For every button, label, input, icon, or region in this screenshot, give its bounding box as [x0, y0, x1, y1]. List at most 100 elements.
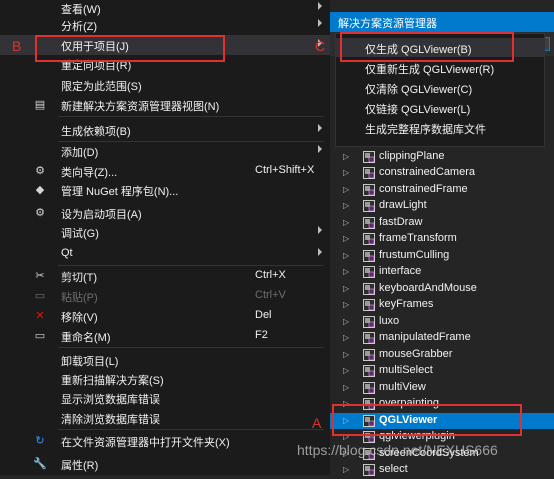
new-view-icon: ▤ — [34, 99, 46, 111]
tree-item-project[interactable]: ▷ keyboardAndMouse — [330, 281, 554, 298]
menu-item[interactable]: 卸载项目(L) — [0, 350, 330, 370]
tree-item-label: mouseGrabber — [379, 347, 453, 360]
menu-item[interactable]: 限定为此范围(S) — [0, 75, 330, 95]
expand-arrow-icon[interactable]: ▷ — [343, 382, 351, 394]
expand-arrow-icon[interactable]: ▷ — [343, 233, 351, 245]
submenu-item-label: 仅链接 QGLViewer(L) — [365, 104, 471, 116]
expand-arrow-icon[interactable]: ▷ — [343, 283, 351, 295]
menu-item[interactable]: 分析(Z) — [0, 15, 330, 35]
tree-item-label: constrainedFrame — [379, 182, 468, 195]
menu-item[interactable]: 生成依赖项(B) — [0, 120, 330, 140]
menu-item-label: Qt — [61, 247, 73, 259]
cpp-project-icon — [363, 315, 375, 328]
wrench-icon: 🔧 — [33, 458, 47, 470]
submenu-item-label: 仅重新生成 QGLViewer(R) — [365, 64, 495, 76]
class-wizard-icon: ⚙ — [35, 165, 45, 177]
tree-item-project[interactable]: ▷ frustumCulling — [330, 248, 554, 265]
annotation-box-a — [332, 404, 522, 436]
cpp-project-icon — [363, 348, 375, 361]
tree-item-project[interactable]: ▷ mouseGrabber — [330, 347, 554, 364]
submenu-item[interactable]: 仅链接 QGLViewer(L) — [336, 98, 544, 117]
menu-item[interactable]: Qt — [0, 244, 330, 264]
tree-item-label: frameTransform — [379, 232, 457, 244]
expand-arrow-icon[interactable]: ▷ — [343, 316, 351, 328]
cpp-project-icon — [363, 233, 375, 245]
tree-item-label: keyboardAndMouse — [379, 281, 477, 294]
menu-item-label: 卸载项目(L) — [61, 356, 119, 368]
submenu-item-label: 仅清除 QGLViewer(C) — [365, 84, 473, 96]
tree-item-project[interactable]: ▷ clippingPlane — [330, 149, 554, 166]
expand-arrow-icon[interactable]: ▷ — [343, 250, 351, 262]
menu-item-shortcut: Del — [255, 309, 272, 321]
menu-item-label: 粘贴(P) — [61, 292, 98, 304]
menu-item[interactable]: 添加(D) — [0, 141, 330, 161]
menu-item[interactable]: ⚙ 类向导(Z)... Ctrl+Shift+X — [0, 161, 330, 181]
menu-item[interactable]: 调试(G) — [0, 222, 330, 242]
submenu-item[interactable]: 生成完整程序数据库文件 — [336, 118, 544, 137]
menu-item[interactable]: ▭ 重命名(M) F2 — [0, 326, 330, 346]
menu-item[interactable]: 🔧 属性(R) — [0, 454, 330, 474]
tree-item-project[interactable]: ▷ constrainedCamera — [330, 165, 554, 182]
menu-item[interactable]: 显示浏览数据库错误 — [0, 388, 330, 408]
menu-item[interactable]: ✕ 移除(V) Del — [0, 306, 330, 326]
tree-item-project[interactable]: ▷ interface — [330, 264, 554, 281]
nuget-icon: ◆ — [35, 184, 45, 196]
cpp-project-icon — [363, 216, 375, 229]
expand-arrow-icon[interactable]: ▷ — [343, 266, 351, 278]
tree-item-label: drawLight — [379, 199, 427, 211]
expand-arrow-icon[interactable]: ▷ — [343, 200, 351, 212]
menu-item[interactable]: ↻ 在文件资源管理器中打开文件夹(X) — [0, 431, 330, 451]
menu-item[interactable]: ⚙ 设为启动项目(A) — [0, 203, 330, 223]
tree-item-project[interactable]: ▷ fastDraw — [330, 215, 554, 232]
menu-separator — [58, 116, 324, 117]
tree-item-project[interactable]: ▷ select — [330, 462, 554, 479]
submenu-arrow-icon — [318, 145, 322, 153]
menu-item-label: 剪切(T) — [61, 272, 98, 284]
tree-item-project[interactable]: ▷ multiSelect — [330, 363, 554, 380]
scissors-icon: ✂ — [35, 270, 45, 282]
expand-arrow-icon[interactable]: ▷ — [343, 151, 351, 163]
tree-item-project[interactable]: ▷ constrainedFrame — [330, 182, 554, 199]
expand-arrow-icon[interactable]: ▷ — [343, 184, 351, 196]
menu-item-label: 显示浏览数据库错误 — [61, 394, 160, 406]
expand-arrow-icon[interactable]: ▷ — [343, 217, 351, 229]
menu-item[interactable]: ◆ 管理 NuGet 程序包(N)... — [0, 180, 330, 200]
submenu-item[interactable]: 仅清除 QGLViewer(C) — [336, 78, 544, 97]
tree-item-project[interactable]: ▷ multiView — [330, 380, 554, 397]
menu-item-label: 类向导(Z)... — [61, 167, 118, 179]
menu-item-label: 管理 NuGet 程序包(N)... — [61, 186, 179, 198]
menu-item-shortcut: Ctrl+X — [255, 269, 286, 281]
tree-item-project[interactable]: ▷ frameTransform — [330, 231, 554, 248]
tree-item-project[interactable]: ▷ manipulatedFrame — [330, 330, 554, 347]
menu-item[interactable]: 重新扫描解决方案(S) — [0, 369, 330, 389]
cpp-project-icon — [363, 167, 375, 179]
expand-arrow-icon[interactable]: ▷ — [343, 167, 351, 179]
expand-arrow-icon[interactable]: ▷ — [343, 464, 351, 476]
solution-explorer-titlebar: 解决方案资源管理器 — [330, 12, 554, 32]
submenu-arrow-icon — [318, 248, 322, 256]
menu-separator — [58, 429, 324, 430]
expand-arrow-icon[interactable]: ▷ — [343, 349, 351, 361]
project-context-menu: 查看(W) 分析(Z) 仅用于项目(J) 重定向项目(R) 限定为此范围(S) ▤ 新建解决… — [0, 0, 330, 475]
cpp-project-icon — [363, 332, 375, 344]
gear-icon: ⚙ — [35, 207, 45, 219]
tree-item-project[interactable]: ▷ keyFrames — [330, 297, 554, 314]
menu-item-label: 属性(R) — [61, 460, 99, 472]
expand-arrow-icon[interactable]: ▷ — [343, 299, 351, 311]
cpp-project-icon — [363, 299, 375, 311]
tree-item-project[interactable]: ▷ luxo — [330, 314, 554, 331]
expand-arrow-icon[interactable]: ▷ — [343, 332, 351, 344]
submenu-arrow-icon — [318, 124, 322, 132]
menu-item[interactable]: ✂ 剪切(T) Ctrl+X — [0, 266, 330, 286]
tree-item-project[interactable]: ▷ drawLight — [330, 198, 554, 215]
annotation-label-b: B — [12, 38, 22, 54]
tree-item-label: interface — [379, 265, 422, 277]
submenu-item-label: 生成完整程序数据库文件 — [365, 124, 486, 136]
menu-item[interactable]: ▤ 新建解决方案资源管理器视图(N) — [0, 95, 330, 115]
menu-separator — [58, 265, 324, 266]
menu-item[interactable]: 清除浏览数据库错误 — [0, 408, 330, 428]
expand-arrow-icon[interactable]: ▷ — [343, 365, 351, 377]
menu-item-label: 在文件资源管理器中打开文件夹(X) — [61, 437, 230, 449]
tree-item-label: luxo — [379, 314, 400, 327]
tree-item-label: multiSelect — [379, 364, 433, 376]
